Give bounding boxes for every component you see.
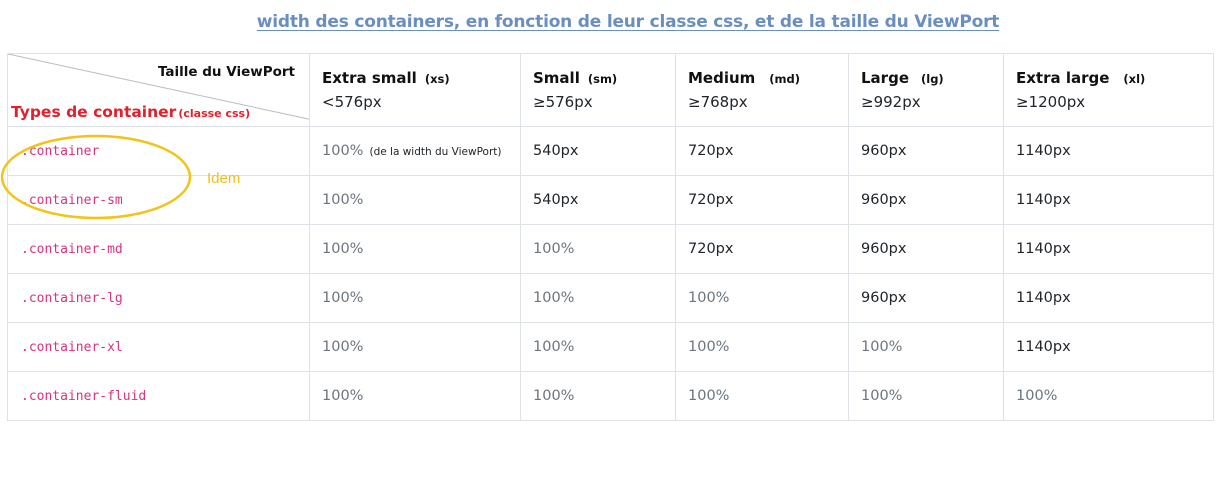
value-cell-md: 720px (675, 126, 849, 176)
column-range: ≥576px (533, 93, 593, 111)
value-cell-xs: 100% (309, 224, 521, 274)
value-cell-md: 720px (675, 175, 849, 225)
container-types-sub: (classe css) (178, 107, 251, 120)
value-cell-sm: 100% (520, 224, 676, 274)
column-abbr: (xl) (1123, 72, 1146, 86)
value-cell-xs: 100% (309, 322, 521, 372)
class-name-cell: .container-fluid (7, 371, 310, 421)
viewport-note: (de la width du ViewPort) (369, 146, 502, 158)
value-cell-xs: 100% (309, 175, 521, 225)
value-cell-xl: 1140px (1003, 126, 1214, 176)
column-header-md: Medium (md) ≥768px (675, 53, 849, 127)
value-cell-md: 100% (675, 371, 849, 421)
column-header-xs: Extra small (xs) <576px (309, 53, 521, 127)
column-header-xl: Extra large (xl) ≥1200px (1003, 53, 1214, 127)
column-range: <576px (322, 93, 382, 111)
column-name: Large (861, 69, 909, 87)
table-row: .container-fluid 100% 100% 100% 100% 100… (7, 371, 1214, 421)
column-abbr: (xs) (424, 72, 450, 86)
value-cell-lg: 100% (848, 371, 1004, 421)
value-cell-md: 100% (675, 273, 849, 323)
value-cell-xl: 1140px (1003, 273, 1214, 323)
value-cell-xl: 100% (1003, 371, 1214, 421)
value-cell-lg: 960px (848, 175, 1004, 225)
value-cell-md: 100% (675, 322, 849, 372)
container-types-main: Types de container (11, 103, 177, 121)
table-row: .container-sm 100% 540px 720px 960px 114… (7, 175, 1214, 225)
column-range: ≥992px (861, 93, 921, 111)
column-abbr: (lg) (921, 72, 944, 86)
value-cell-xs: 100% (309, 371, 521, 421)
table-row: .container 100% (de la width du ViewPort)… (7, 126, 1214, 176)
value-cell-lg: 960px (848, 224, 1004, 274)
table-header-row: Taille du ViewPort Types de container (cl… (7, 53, 1214, 127)
table-row: .container-md 100% 100% 720px 960px 1140… (7, 224, 1214, 274)
class-name-cell: .container-xl (7, 322, 310, 372)
value-cell-xl: 1140px (1003, 224, 1214, 274)
class-name-cell: .container-lg (7, 273, 310, 323)
value-cell-xl: 1140px (1003, 175, 1214, 225)
column-header-lg: Large (lg) ≥992px (848, 53, 1004, 127)
class-name-cell: .container-sm (7, 175, 310, 225)
value-cell-xs: 100% (de la width du ViewPort) (309, 126, 521, 176)
idem-annotation: Idem (207, 170, 241, 187)
column-name: Small (533, 69, 580, 87)
container-width-table: Taille du ViewPort Types de container (cl… (7, 53, 1214, 421)
column-name: Medium (688, 69, 756, 87)
column-range: ≥1200px (1016, 93, 1086, 111)
corner-header-cell: Taille du ViewPort Types de container (cl… (7, 53, 310, 127)
value-cell-lg: 960px (848, 126, 1004, 176)
value-cell-md: 720px (675, 224, 849, 274)
value-cell-lg: 960px (848, 273, 1004, 323)
table-row: .container-lg 100% 100% 100% 960px 1140p… (7, 273, 1214, 323)
class-name-cell: .container-md (7, 224, 310, 274)
value-text: 100% (322, 143, 364, 159)
column-name: Extra large (1016, 69, 1110, 87)
column-name: Extra small (322, 69, 417, 87)
table-row: .container-xl 100% 100% 100% 100% 1140px (7, 322, 1214, 372)
value-cell-xl: 1140px (1003, 322, 1214, 372)
class-name-cell: .container (7, 126, 310, 176)
value-cell-lg: 100% (848, 322, 1004, 372)
column-range: ≥768px (688, 93, 748, 111)
container-types-label: Types de container (classe css) (11, 102, 250, 121)
column-abbr: (md) (769, 72, 801, 86)
value-cell-sm: 540px (520, 175, 676, 225)
value-cell-sm: 540px (520, 126, 676, 176)
value-cell-xs: 100% (309, 273, 521, 323)
page-title: width des containers, en fonction de leu… (256, 12, 1000, 32)
viewport-size-label: Taille du ViewPort (157, 64, 295, 80)
value-cell-sm: 100% (520, 371, 676, 421)
column-abbr: (sm) (587, 72, 618, 86)
value-cell-sm: 100% (520, 322, 676, 372)
value-cell-sm: 100% (520, 273, 676, 323)
column-header-sm: Small (sm) ≥576px (520, 53, 676, 127)
